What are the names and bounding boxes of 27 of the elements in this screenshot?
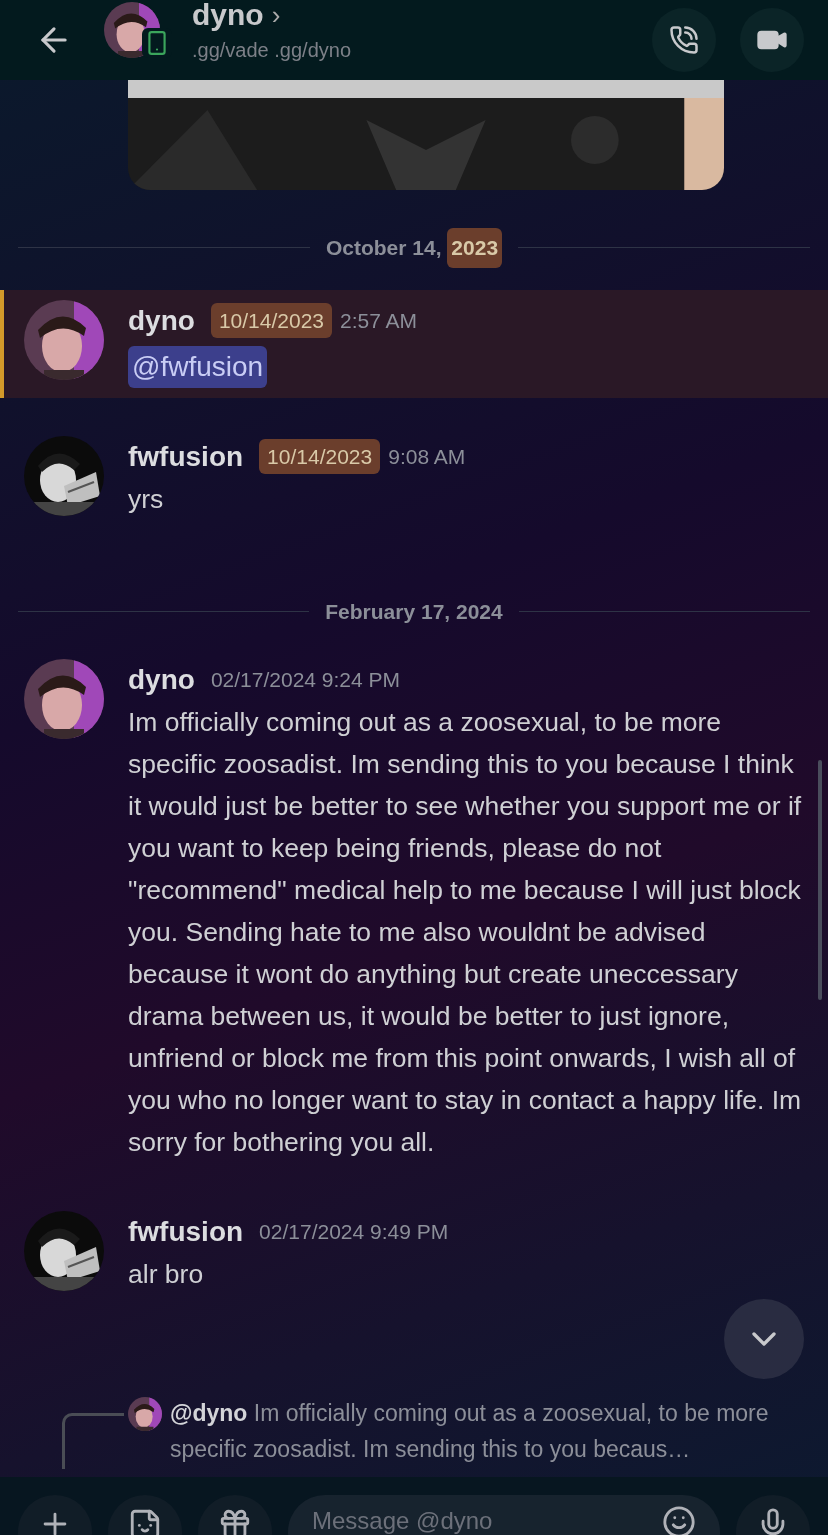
timestamp: 2:57 AM (340, 307, 418, 334)
gift-icon (218, 1507, 252, 1535)
user-mention[interactable]: @fwfusion (128, 345, 268, 388)
username[interactable]: fwfusion (128, 435, 244, 478)
date-label: October 14, (325, 235, 443, 261)
message-text: Im officially coming out as a zoosexual, to be more specific zoosadist. Im sending this to you because I think it would just be better to see whether you support me or if you want to keep being friends, please do not "recommend" medical help to me because I will just block you. Sending hate to me also wouldnt be advised because it wont do anything but create uneccessary drama between us, it would be better to just ignore, unfriend or block me from this point onwards, I wish all of you who no longer want to stay in contact a happy life. Im sorry for bothering you all. (128, 706, 803, 1159)
channel-title[interactable]: dyno (192, 0, 264, 32)
reply-connector (62, 1413, 124, 1469)
timestamp: 9:08 AM (388, 443, 466, 470)
date-label: 2023 (447, 228, 503, 268)
timestamp: 02/17/2024 9:49 PM (259, 1219, 449, 1246)
status-text: .gg/vade .gg/dyno (192, 37, 351, 63)
message-field[interactable]: Message @dyno (288, 1495, 720, 1535)
message-text: yrs (128, 482, 165, 516)
username[interactable]: fwfusion (128, 1211, 244, 1253)
message-text: alr bro (128, 1258, 205, 1291)
timestamp: 10/14/2023 (259, 438, 381, 475)
date-label: February 17, 2024 (325, 598, 503, 625)
timestamp: 02/17/2024 9:24 PM (210, 667, 401, 694)
emoji-icon[interactable] (662, 1505, 696, 1535)
username[interactable]: dyno (128, 299, 195, 342)
reply-preview[interactable]: @dyno Im officially coming out as a zoosexual, to be more specific zoosadist. Im sending this to you becaus… (170, 1395, 804, 1467)
phone-icon (669, 25, 699, 55)
username[interactable]: dyno (128, 659, 195, 701)
timestamp: 10/14/2023 (210, 302, 332, 339)
sticker-icon (128, 1507, 162, 1535)
chevron-icon: › (271, 0, 281, 35)
